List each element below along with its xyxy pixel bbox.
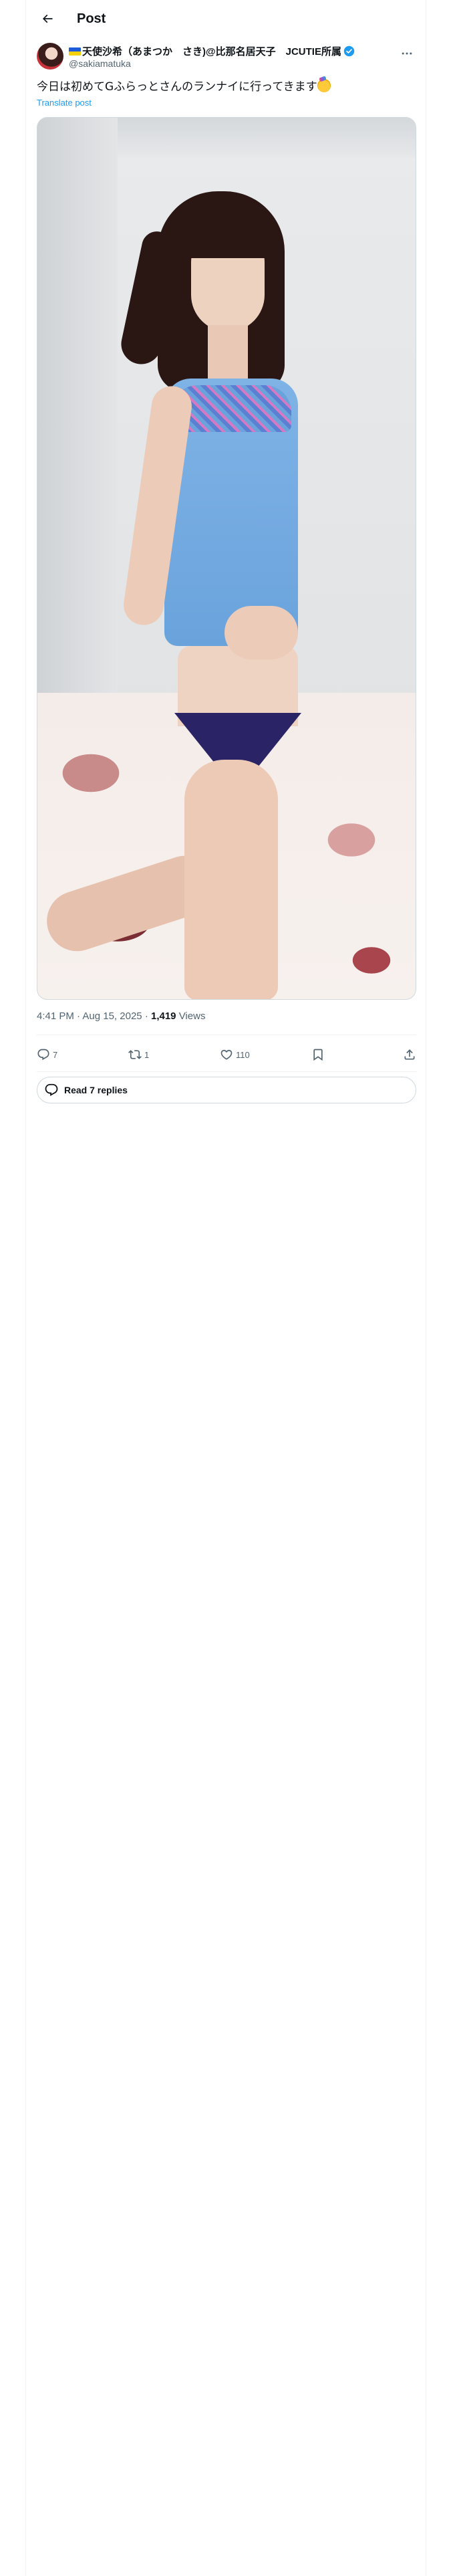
repost-count: 1 bbox=[144, 1049, 150, 1060]
share-icon bbox=[404, 1049, 415, 1060]
party-face-emoji-icon bbox=[317, 79, 331, 92]
repost-icon bbox=[128, 1050, 142, 1059]
primary-column: Post 天使沙希（あまつか さき)@比那名居天子 JCUTIE所属 @saki… bbox=[25, 0, 426, 2576]
post-date[interactable]: Aug 15, 2025 bbox=[82, 1010, 142, 1022]
repost-button[interactable]: 1 bbox=[128, 1048, 168, 1061]
more-horizontal-icon bbox=[402, 52, 412, 55]
post-actions: 7 1 110 bbox=[37, 1043, 416, 1067]
like-button[interactable]: 110 bbox=[220, 1048, 260, 1061]
heart-icon bbox=[220, 1049, 233, 1060]
avatar[interactable] bbox=[37, 43, 63, 70]
author-display-name: 天使沙希（あまつか さき)@比那名居天子 JCUTIE所属 bbox=[82, 46, 341, 58]
author-name-link[interactable]: 天使沙希（あまつか さき)@比那名居天子 JCUTIE所属 bbox=[69, 44, 355, 58]
translate-post-link[interactable]: Translate post bbox=[37, 98, 92, 108]
like-count: 110 bbox=[236, 1049, 250, 1060]
photo-person bbox=[39, 191, 311, 999]
reply-count: 7 bbox=[53, 1049, 58, 1060]
post-meta: 4:41 PM · Aug 15, 2025 · 1,419 Views bbox=[37, 1010, 205, 1022]
views-label: Views bbox=[178, 1010, 206, 1022]
reply-button[interactable]: 7 bbox=[37, 1048, 77, 1061]
share-button[interactable] bbox=[403, 1048, 416, 1061]
post-text-content: 今日は初めてGふらっとさんのランナイに行ってきます bbox=[37, 80, 317, 94]
page-header: Post bbox=[26, 0, 426, 37]
meta-separator: · bbox=[77, 1010, 81, 1022]
post-time[interactable]: 4:41 PM bbox=[37, 1010, 74, 1022]
author-handle[interactable]: @sakiamatuka bbox=[69, 58, 131, 69]
bookmark-button[interactable] bbox=[311, 1048, 351, 1061]
arrow-left-icon bbox=[42, 14, 53, 23]
read-replies-button[interactable]: Read 7 replies bbox=[37, 1077, 416, 1103]
more-options-button[interactable] bbox=[398, 45, 416, 62]
meta-separator: · bbox=[144, 1010, 148, 1022]
verified-badge-icon bbox=[343, 45, 355, 57]
flag-icon bbox=[69, 47, 81, 56]
page-title: Post bbox=[77, 11, 106, 26]
read-replies-label: Read 7 replies bbox=[64, 1085, 128, 1095]
post-photo[interactable] bbox=[37, 117, 416, 1000]
bookmark-icon bbox=[313, 1049, 323, 1061]
divider bbox=[37, 1071, 416, 1072]
post-author: 天使沙希（あまつか さき)@比那名居天子 JCUTIE所属 @sakiamatu… bbox=[37, 43, 416, 72]
reply-icon bbox=[37, 1049, 49, 1061]
views-count: 1,419 bbox=[150, 1010, 176, 1022]
post-text: 今日は初めてGふらっとさんのランナイに行ってきます bbox=[37, 79, 416, 95]
speech-bubble-icon bbox=[45, 1083, 58, 1096]
back-button[interactable] bbox=[35, 7, 59, 31]
